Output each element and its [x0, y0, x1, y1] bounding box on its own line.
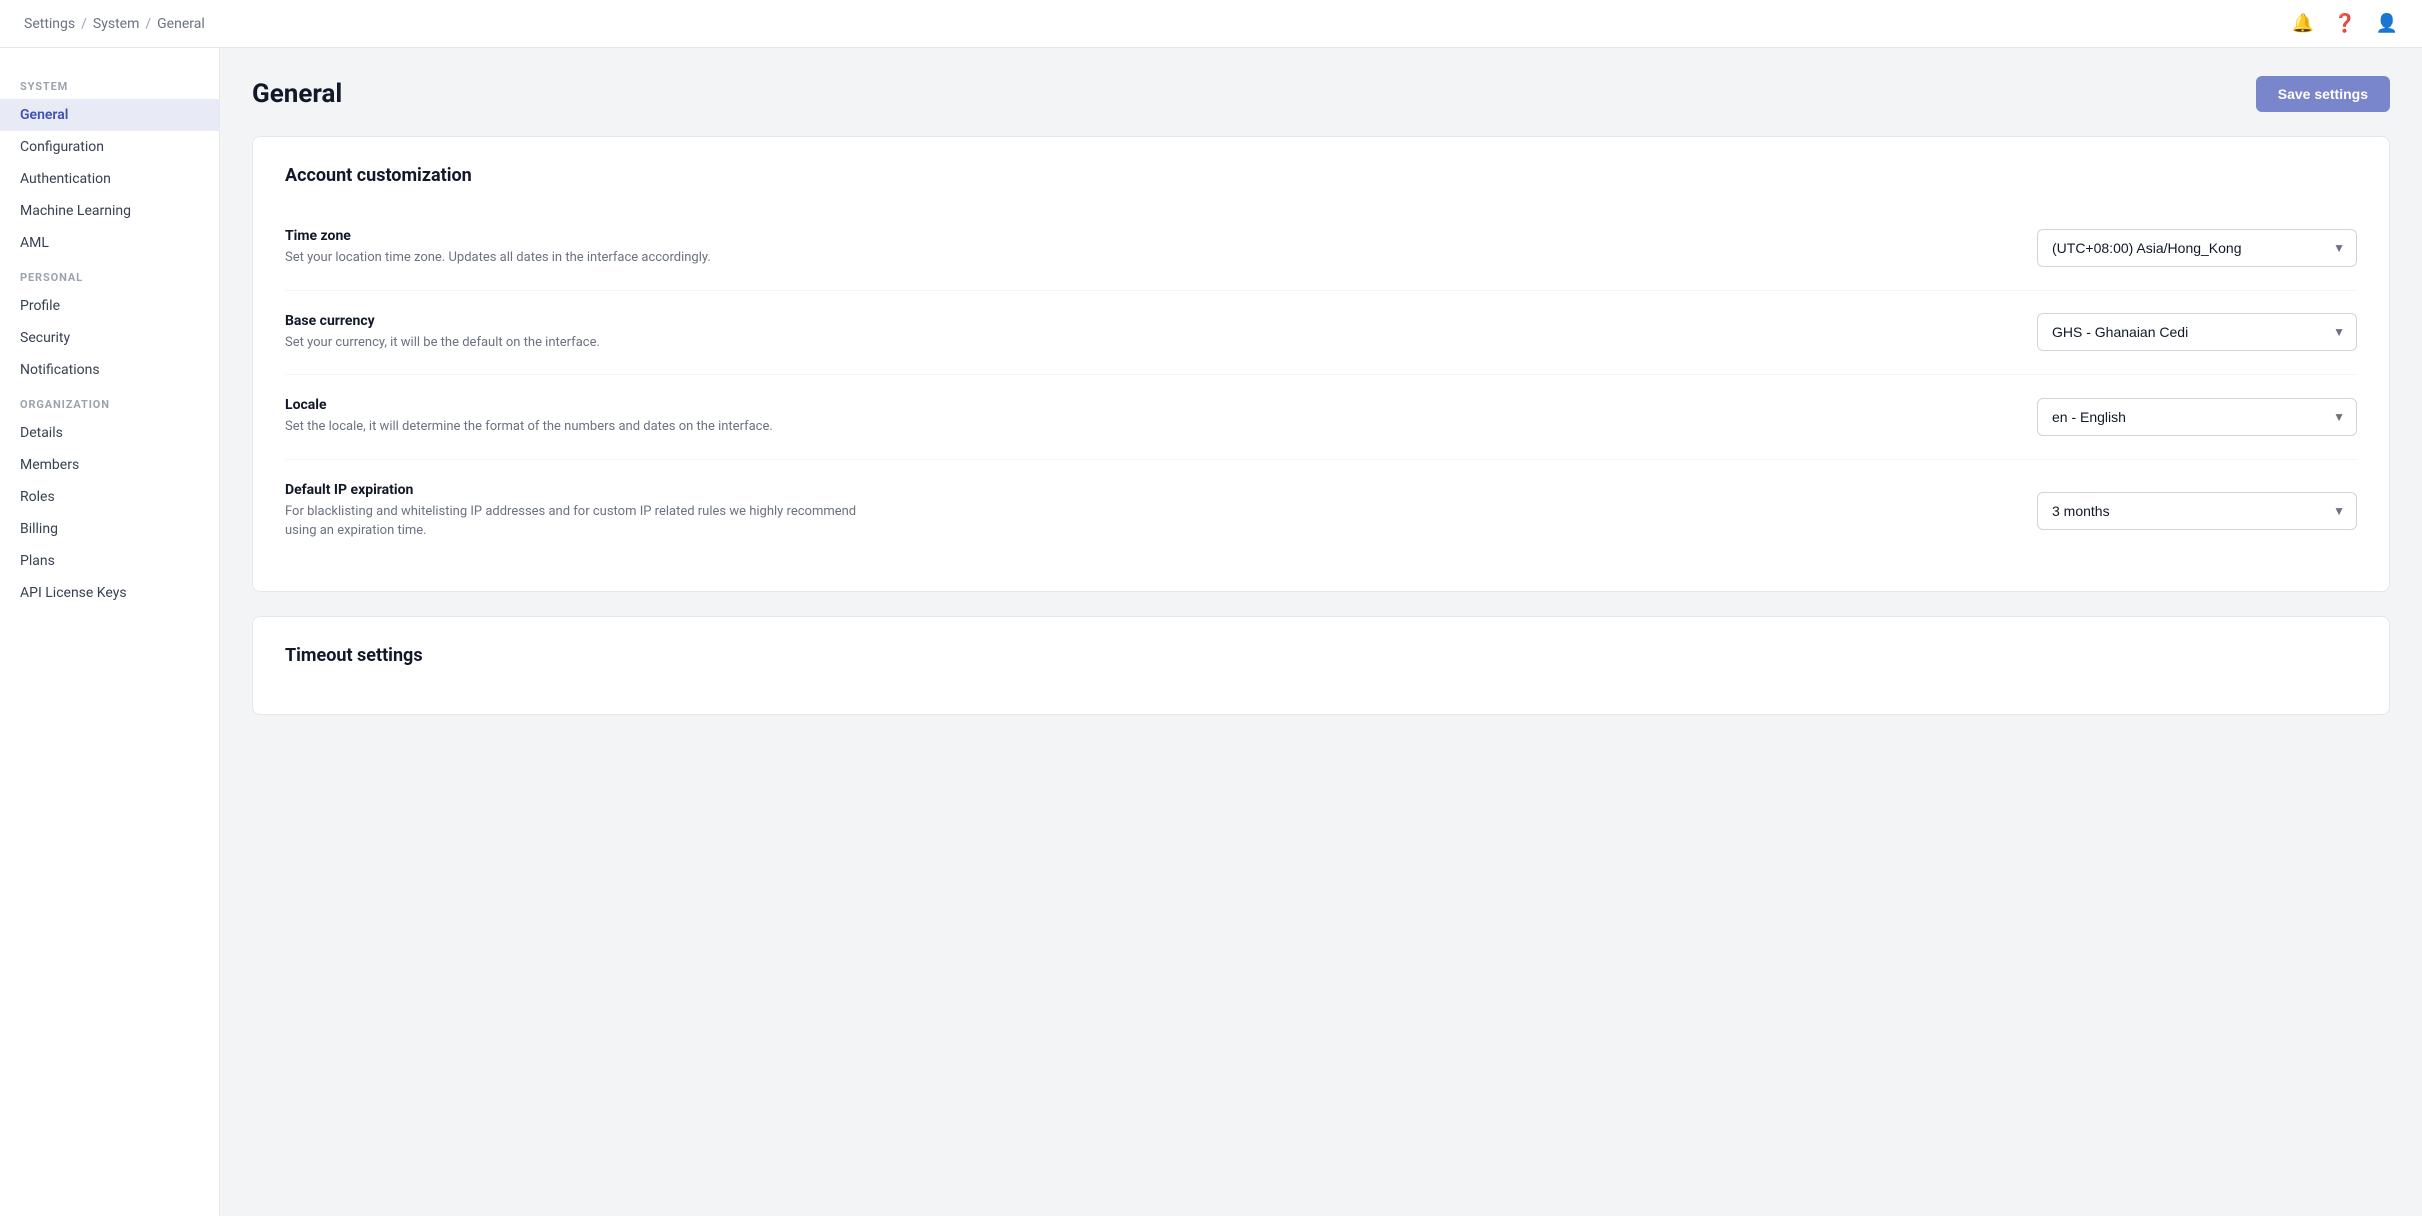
ip-expiration-info: Default IP expiration For blacklisting a… — [285, 482, 865, 541]
timeout-settings-title: Timeout settings — [285, 645, 2357, 666]
main-content: General Save settings Account customizat… — [220, 48, 2422, 1216]
sidebar-item-aml[interactable]: AML — [0, 227, 219, 259]
breadcrumb-system[interactable]: System — [93, 16, 139, 32]
page-header: General Save settings — [252, 76, 2390, 112]
timezone-desc: Set your location time zone. Updates all… — [285, 248, 865, 268]
ip-expiration-control: 3 months 1 month 6 months 1 year Never ▼ — [2037, 492, 2357, 530]
sidebar: SYSTEM General Configuration Authenticat… — [0, 48, 220, 1216]
breadcrumb-sep-2: / — [145, 16, 151, 32]
sidebar-item-profile[interactable]: Profile — [0, 290, 219, 322]
help-icon[interactable]: ❓ — [2334, 13, 2356, 35]
timezone-select[interactable]: (UTC+08:00) Asia/Hong_Kong (UTC+00:00) U… — [2037, 229, 2357, 267]
breadcrumb-sep-1: / — [81, 16, 87, 32]
sidebar-item-billing[interactable]: Billing — [0, 513, 219, 545]
sidebar-item-plans[interactable]: Plans — [0, 545, 219, 577]
sidebar-section-organization: ORGANIZATION — [0, 386, 219, 417]
ip-expiration-row: Default IP expiration For blacklisting a… — [285, 460, 2357, 563]
base-currency-select[interactable]: GHS - Ghanaian Cedi USD - US Dollar EUR … — [2037, 313, 2357, 351]
base-currency-label: Base currency — [285, 313, 865, 329]
page-title: General — [252, 79, 342, 109]
base-currency-info: Base currency Set your currency, it will… — [285, 313, 865, 353]
sidebar-item-security[interactable]: Security — [0, 322, 219, 354]
timezone-row: Time zone Set your location time zone. U… — [285, 206, 2357, 291]
ip-expiration-select[interactable]: 3 months 1 month 6 months 1 year Never — [2037, 492, 2357, 530]
ip-expiration-label: Default IP expiration — [285, 482, 865, 498]
breadcrumb-settings[interactable]: Settings — [24, 16, 75, 32]
locale-select[interactable]: en - English fr - French de - German es … — [2037, 398, 2357, 436]
sidebar-item-general[interactable]: General — [0, 99, 219, 131]
sidebar-item-api-license-keys[interactable]: API License Keys — [0, 577, 219, 609]
breadcrumb: Settings / System / General — [24, 16, 205, 32]
topbar: Settings / System / General 🔔 ❓ 👤 — [0, 0, 2422, 48]
timezone-info: Time zone Set your location time zone. U… — [285, 228, 865, 268]
sidebar-item-members[interactable]: Members — [0, 449, 219, 481]
base-currency-desc: Set your currency, it will be the defaul… — [285, 333, 865, 353]
sidebar-item-machine-learning[interactable]: Machine Learning — [0, 195, 219, 227]
save-settings-button[interactable]: Save settings — [2256, 76, 2390, 112]
timezone-label: Time zone — [285, 228, 865, 244]
user-icon[interactable]: 👤 — [2376, 13, 2398, 35]
ip-expiration-desc: For blacklisting and whitelisting IP add… — [285, 502, 865, 541]
locale-desc: Set the locale, it will determine the fo… — [285, 417, 865, 437]
base-currency-row: Base currency Set your currency, it will… — [285, 291, 2357, 376]
timeout-settings-card: Timeout settings — [252, 616, 2390, 715]
sidebar-item-authentication[interactable]: Authentication — [0, 163, 219, 195]
notifications-icon[interactable]: 🔔 — [2292, 13, 2314, 35]
sidebar-section-system: SYSTEM — [0, 68, 219, 99]
ip-expiration-select-wrapper: 3 months 1 month 6 months 1 year Never ▼ — [2037, 492, 2357, 530]
breadcrumb-general[interactable]: General — [157, 16, 205, 32]
locale-label: Locale — [285, 397, 865, 413]
sidebar-item-notifications[interactable]: Notifications — [0, 354, 219, 386]
locale-row: Locale Set the locale, it will determine… — [285, 375, 2357, 460]
account-customization-card: Account customization Time zone Set your… — [252, 136, 2390, 592]
sidebar-item-details[interactable]: Details — [0, 417, 219, 449]
timezone-select-wrapper: (UTC+08:00) Asia/Hong_Kong (UTC+00:00) U… — [2037, 229, 2357, 267]
sidebar-item-roles[interactable]: Roles — [0, 481, 219, 513]
base-currency-select-wrapper: GHS - Ghanaian Cedi USD - US Dollar EUR … — [2037, 313, 2357, 351]
topbar-icons: 🔔 ❓ 👤 — [2292, 13, 2398, 35]
sidebar-section-personal: PERSONAL — [0, 259, 219, 290]
locale-control: en - English fr - French de - German es … — [2037, 398, 2357, 436]
locale-info: Locale Set the locale, it will determine… — [285, 397, 865, 437]
timezone-control: (UTC+08:00) Asia/Hong_Kong (UTC+00:00) U… — [2037, 229, 2357, 267]
sidebar-item-configuration[interactable]: Configuration — [0, 131, 219, 163]
base-currency-control: GHS - Ghanaian Cedi USD - US Dollar EUR … — [2037, 313, 2357, 351]
locale-select-wrapper: en - English fr - French de - German es … — [2037, 398, 2357, 436]
account-customization-title: Account customization — [285, 165, 2357, 186]
